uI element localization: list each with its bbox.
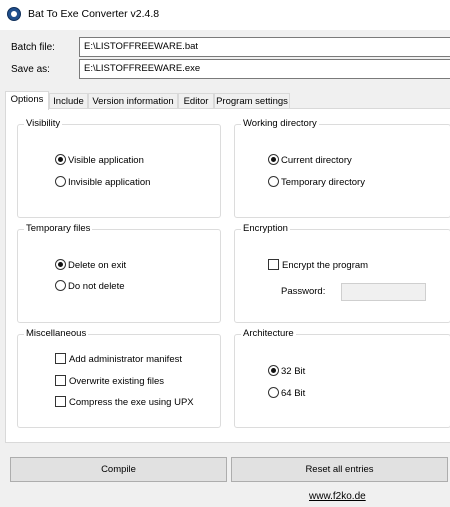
invisible-application-radio[interactable]: Invisible application [55,176,150,188]
tab-strip: Options Include Version information Edit… [5,91,450,110]
current-directory-label: Current directory [281,155,352,166]
tab-version-information[interactable]: Version information [88,93,178,109]
temporary-directory-label: Temporary directory [281,177,365,188]
tab-include[interactable]: Include [49,93,88,109]
miscellaneous-group-title: Miscellaneous [24,328,89,339]
overwrite-files-checkbox[interactable]: Overwrite existing files [55,375,164,387]
temporary-files-group-title: Temporary files [24,223,93,234]
encryption-group: Encryption Encrypt the program Password: [234,223,450,323]
32-bit-radio[interactable]: 32 Bit [268,365,305,377]
window-title: Bat To Exe Converter v2.4.8 [28,8,160,20]
password-label: Password: [281,286,326,297]
encryption-group-title: Encryption [241,223,290,234]
working-directory-group: Working directory Current directory Temp… [234,118,450,218]
website-link[interactable]: www.f2ko.de [309,491,366,502]
radio-selected-icon [55,154,66,165]
radio-selected-icon [268,154,279,165]
encrypt-program-checkbox[interactable]: Encrypt the program [268,259,368,271]
reset-all-entries-button[interactable]: Reset all entries [231,457,448,482]
admin-manifest-checkbox[interactable]: Add administrator manifest [55,353,182,365]
save-as-label: Save as: [11,64,50,75]
encrypt-program-label: Encrypt the program [282,260,369,271]
delete-on-exit-radio[interactable]: Delete on exit [55,259,126,271]
checkbox-icon [55,396,66,407]
visible-application-label: Visible application [68,155,144,166]
batch-file-label: Batch file: [11,42,55,53]
app-icon [7,7,21,21]
radio-unselected-icon [268,387,279,398]
architecture-group: Architecture 32 Bit 64 Bit [234,328,450,428]
working-directory-group-title: Working directory [241,118,319,129]
64-bit-label: 64 Bit [281,388,306,399]
checkbox-icon [55,375,66,386]
visibility-group-title: Visibility [24,118,63,129]
checkbox-icon [268,259,279,270]
visible-application-radio[interactable]: Visible application [55,154,144,166]
tab-editor[interactable]: Editor [178,93,214,109]
save-as-input[interactable]: E:\LISTOFFREEWARE.exe [79,59,450,79]
visibility-group: Visibility Visible application Invisible… [17,118,221,218]
tab-program-settings[interactable]: Program settings [214,93,290,109]
options-panel: Visibility Visible application Invisible… [5,108,450,443]
do-not-delete-label: Do not delete [68,281,125,292]
64-bit-radio[interactable]: 64 Bit [268,387,305,399]
compile-button[interactable]: Compile [10,457,227,482]
tab-options[interactable]: Options [5,91,49,110]
32-bit-label: 32 Bit [281,366,306,377]
password-input [341,283,426,301]
miscellaneous-group: Miscellaneous Add administrator manifest… [17,328,221,428]
temporary-files-group: Temporary files Delete on exit Do not de… [17,223,221,323]
overwrite-files-label: Overwrite existing files [69,376,165,387]
radio-selected-icon [268,365,279,376]
current-directory-radio[interactable]: Current directory [268,154,352,166]
invisible-application-label: Invisible application [68,177,151,188]
compress-upx-checkbox[interactable]: Compress the exe using UPX [55,396,194,408]
checkbox-icon [55,353,66,364]
temporary-directory-radio[interactable]: Temporary directory [268,176,365,188]
radio-unselected-icon [268,176,279,187]
radio-unselected-icon [55,176,66,187]
architecture-group-title: Architecture [241,328,296,339]
admin-manifest-label: Add administrator manifest [69,354,182,365]
do-not-delete-radio[interactable]: Do not delete [55,280,125,292]
radio-unselected-icon [55,280,66,291]
compress-upx-label: Compress the exe using UPX [69,397,194,408]
radio-selected-icon [55,259,66,270]
title-bar: Bat To Exe Converter v2.4.8 [0,0,450,30]
batch-file-input[interactable]: E:\LISTOFFREEWARE.bat [79,37,450,57]
delete-on-exit-label: Delete on exit [68,260,127,271]
